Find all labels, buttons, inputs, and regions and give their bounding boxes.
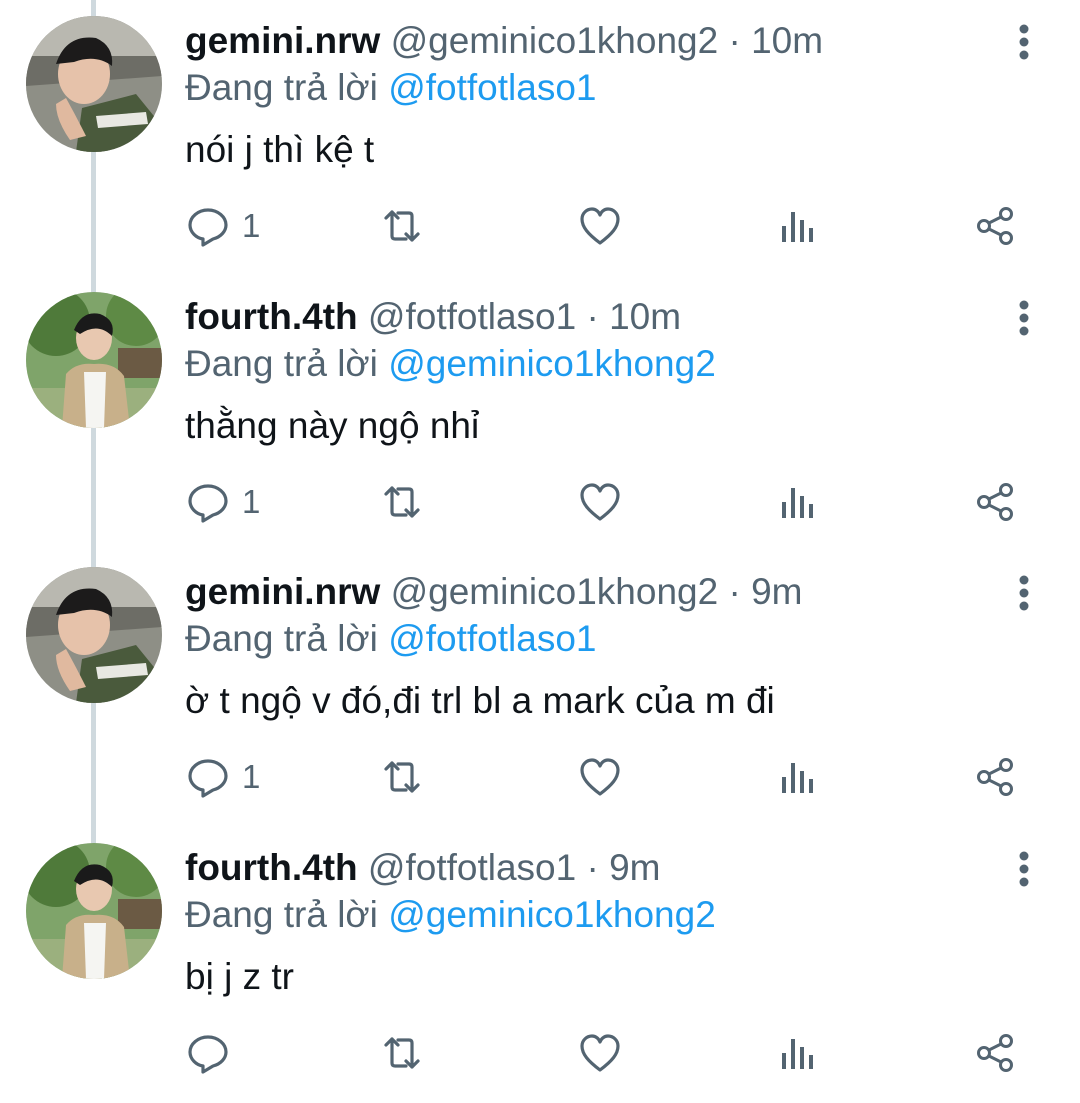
more-icon xyxy=(1019,24,1029,60)
analytics-icon xyxy=(782,488,813,518)
more-icon xyxy=(1019,300,1029,336)
tweet[interactable]: fourth.4th @fotfotlaso1 · 10m Đang trả l… xyxy=(0,276,1080,552)
display-name[interactable]: fourth.4th xyxy=(185,847,358,888)
like-button[interactable] xyxy=(578,737,622,817)
like-icon xyxy=(580,1034,620,1072)
replying-to-mention[interactable]: @geminico1khong2 xyxy=(388,894,716,935)
replying-to-label: Đang trả lời xyxy=(185,343,378,384)
timestamp[interactable]: 9m xyxy=(609,847,660,888)
reply-icon xyxy=(188,1035,228,1074)
retweet-icon xyxy=(384,1037,420,1069)
avatar[interactable] xyxy=(26,843,162,979)
like-icon xyxy=(580,483,620,521)
tweet-text: ờ t ngộ v đó,đi trl bl a mark của m đi xyxy=(185,680,775,721)
more-options-button[interactable] xyxy=(1004,571,1044,615)
tweet-actions: 1 xyxy=(0,186,1080,266)
replying-to-label: Đang trả lời xyxy=(185,67,378,108)
timestamp[interactable]: 10m xyxy=(609,296,681,337)
user-handle[interactable]: @geminico1khong2 xyxy=(391,20,719,61)
tweet-header: gemini.nrw @geminico1khong2 · 10m xyxy=(185,17,823,65)
replying-to-label: Đang trả lời xyxy=(185,618,378,659)
like-icon xyxy=(580,758,620,796)
like-button[interactable] xyxy=(578,186,622,266)
tweet[interactable]: fourth.4th @fotfotlaso1 · 9m Đang trả lờ… xyxy=(0,827,1080,1103)
tweet-text: nói j thì kệ t xyxy=(185,129,375,170)
share-icon xyxy=(977,1034,1013,1072)
analytics-button[interactable] xyxy=(775,186,819,266)
share-icon xyxy=(977,207,1013,245)
analytics-button[interactable] xyxy=(775,462,819,542)
reply-button[interactable]: 1 xyxy=(186,186,260,266)
more-icon xyxy=(1019,575,1029,611)
analytics-icon xyxy=(782,763,813,793)
user-handle[interactable]: @fotfotlaso1 xyxy=(368,296,576,337)
replying-to-mention[interactable]: @fotfotlaso1 xyxy=(388,67,596,108)
display-name[interactable]: gemini.nrw xyxy=(185,20,380,61)
reply-icon xyxy=(188,759,228,798)
retweet-button[interactable] xyxy=(380,186,424,266)
analytics-icon xyxy=(782,212,813,242)
retweet-button[interactable] xyxy=(380,462,424,542)
share-icon xyxy=(977,758,1013,796)
reply-count: 1 xyxy=(242,758,261,795)
share-button[interactable] xyxy=(973,737,1017,817)
separator-dot: · xyxy=(728,20,741,61)
retweet-icon xyxy=(384,210,420,242)
separator-dot: · xyxy=(586,847,599,888)
timestamp[interactable]: 10m xyxy=(751,20,823,61)
user-handle[interactable]: @fotfotlaso1 xyxy=(368,847,576,888)
tweet[interactable]: gemini.nrw @geminico1khong2 · 10m Đang t… xyxy=(0,0,1080,276)
tweet-actions: 1 xyxy=(0,737,1080,817)
separator-dot: · xyxy=(728,571,741,612)
share-button[interactable] xyxy=(973,1013,1017,1093)
like-icon xyxy=(580,207,620,245)
more-options-button[interactable] xyxy=(1004,296,1044,340)
tweet-header: gemini.nrw @geminico1khong2 · 9m xyxy=(185,568,803,616)
share-button[interactable] xyxy=(973,186,1017,266)
reply-button[interactable]: 1 xyxy=(186,737,260,817)
timestamp[interactable]: 9m xyxy=(751,571,802,612)
tweet[interactable]: gemini.nrw @geminico1khong2 · 9m Đang tr… xyxy=(0,551,1080,827)
reply-count: 1 xyxy=(242,483,261,520)
analytics-icon xyxy=(782,1039,813,1069)
replying-to-mention[interactable]: @fotfotlaso1 xyxy=(388,618,596,659)
more-options-button[interactable] xyxy=(1004,847,1044,891)
share-button[interactable] xyxy=(973,462,1017,542)
replying-to: Đang trả lời @geminico1khong2 xyxy=(185,891,716,939)
reply-button[interactable] xyxy=(186,1013,242,1093)
retweet-icon xyxy=(384,761,420,793)
retweet-button[interactable] xyxy=(380,1013,424,1093)
avatar[interactable] xyxy=(26,16,162,152)
display-name[interactable]: fourth.4th xyxy=(185,296,358,337)
display-name[interactable]: gemini.nrw xyxy=(185,571,380,612)
reply-count: 1 xyxy=(242,207,261,244)
tweet-text: bị j z tr xyxy=(185,956,294,997)
retweet-icon xyxy=(384,486,420,518)
tweet-actions: 1 xyxy=(0,462,1080,542)
more-options-button[interactable] xyxy=(1004,20,1044,64)
reply-icon xyxy=(188,484,228,523)
avatar[interactable] xyxy=(26,292,162,428)
analytics-button[interactable] xyxy=(775,737,819,817)
share-icon xyxy=(977,483,1013,521)
replying-to-label: Đang trả lời xyxy=(185,894,378,935)
user-handle[interactable]: @geminico1khong2 xyxy=(391,571,719,612)
like-button[interactable] xyxy=(578,1013,622,1093)
replying-to: Đang trả lời @geminico1khong2 xyxy=(185,340,716,388)
retweet-button[interactable] xyxy=(380,737,424,817)
replying-to: Đang trả lời @fotfotlaso1 xyxy=(185,64,596,112)
like-button[interactable] xyxy=(578,462,622,542)
tweet-text: thằng này ngộ nhỉ xyxy=(185,405,480,446)
tweet-actions xyxy=(0,1013,1080,1093)
analytics-button[interactable] xyxy=(775,1013,819,1093)
tweet-header: fourth.4th @fotfotlaso1 · 9m xyxy=(185,844,661,892)
tweet-header: fourth.4th @fotfotlaso1 · 10m xyxy=(185,293,681,341)
reply-icon xyxy=(188,208,228,247)
avatar[interactable] xyxy=(26,567,162,703)
reply-button[interactable]: 1 xyxy=(186,462,260,542)
replying-to: Đang trả lời @fotfotlaso1 xyxy=(185,615,596,663)
more-icon xyxy=(1019,851,1029,887)
separator-dot: · xyxy=(586,296,599,337)
replying-to-mention[interactable]: @geminico1khong2 xyxy=(388,343,716,384)
